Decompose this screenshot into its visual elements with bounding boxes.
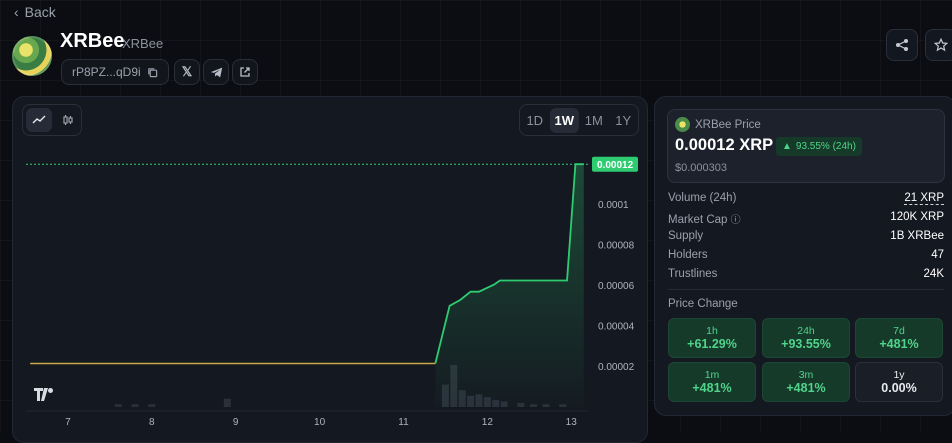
tile-percent: +93.55% [781, 337, 831, 351]
info-icon[interactable]: ⓘ [731, 215, 741, 226]
stat-value[interactable]: 21 XRP [904, 192, 944, 205]
x-tick-label: 11 [398, 417, 409, 428]
volume-bar [131, 404, 139, 407]
price-change-tile-3m: 3m +481% [762, 362, 850, 402]
tile-period: 1h [706, 325, 718, 337]
y-tick-label: 0.00002 [598, 362, 635, 373]
price-label: XRBee Price [695, 119, 761, 131]
range-1d[interactable]: 1D [520, 108, 550, 133]
token-mini-logo [675, 117, 690, 132]
stat-label: Trustlines [668, 268, 718, 280]
volume-bar [114, 404, 122, 407]
stat-value: 24K [923, 268, 944, 280]
y-tick-label: 0.00008 [598, 241, 635, 252]
x-tick-label: 8 [149, 417, 155, 428]
token-address: rP8PZ...qD9i [72, 65, 141, 79]
stat-label: Market Cap [668, 214, 728, 226]
y-tick-label: 0.00004 [598, 322, 635, 333]
line-chart-button[interactable] [26, 108, 52, 132]
time-range-selector: 1D 1W 1M 1Y [519, 104, 639, 136]
tile-percent: +481% [786, 381, 826, 395]
stat-label: Holders [668, 249, 708, 261]
x-tick-label: 12 [482, 417, 494, 428]
external-link-button[interactable] [232, 59, 258, 85]
candlestick-icon [63, 115, 73, 125]
stat-row-trustlines: Trustlines 24K [668, 268, 944, 280]
stat-value: 120K XRP [890, 211, 944, 223]
token-ticker: XRBee [122, 36, 164, 51]
external-link-icon [240, 67, 250, 77]
price-change-tile-1y: 1y 0.00% [855, 362, 943, 402]
x-tick-label: 13 [566, 417, 578, 428]
x-tick-label: 10 [314, 417, 326, 428]
price-change-tile-1m: 1m +481% [668, 362, 756, 402]
copy-icon [147, 67, 157, 77]
favorite-button[interactable] [925, 29, 952, 61]
price-usd: $0.000303 [675, 162, 727, 174]
chevron-left-icon: ‹ [14, 4, 19, 20]
stat-row-volume: Volume (24h) 21 XRP [668, 192, 944, 205]
share-button[interactable] [886, 29, 918, 61]
y-tick-label: 0.00006 [598, 281, 635, 292]
price-change-tile-1h: 1h +61.29% [668, 318, 756, 358]
token-logo [12, 36, 52, 76]
divider [668, 289, 944, 290]
price-change-tile-7d: 7d +481% [855, 318, 943, 358]
tile-period: 24h [797, 325, 815, 337]
range-1y[interactable]: 1Y [609, 108, 639, 133]
candlestick-chart-button[interactable] [55, 105, 81, 135]
y-tick-label: 0.0001 [598, 200, 629, 211]
tile-percent: 0.00% [881, 381, 917, 395]
share-icon [896, 39, 908, 51]
price-chart[interactable]: 0.00002 0.00004 0.00006 0.00008 0.0001 7 8 9 10… [12, 136, 646, 433]
volume-bar [223, 398, 231, 407]
tile-period: 1y [893, 369, 905, 381]
star-icon [934, 38, 948, 52]
stat-label-with-info: Market Cap ⓘ [668, 211, 741, 226]
price-value: 0.00012 XRP [675, 136, 774, 154]
stat-value: 47 [931, 249, 944, 261]
x-logo-icon: 𝕏 [181, 64, 193, 79]
stat-row-holders: Holders 47 [668, 249, 944, 261]
tile-percent: +481% [692, 381, 732, 395]
stat-label: Supply [668, 230, 704, 242]
chart-type-toggle [22, 104, 82, 136]
tile-period: 7d [893, 325, 905, 337]
price-change-tile-24h: 24h +93.55% [762, 318, 850, 358]
price-area [435, 164, 584, 407]
back-label: Back [24, 4, 56, 20]
stat-row-supply: Supply 1B XRBee [668, 230, 944, 242]
x-tick-label: 7 [65, 417, 71, 428]
x-tick-label: 9 [233, 417, 239, 428]
change-badge: ▲ 93.55% (24h) [776, 137, 862, 156]
x-social-button[interactable]: 𝕏 [174, 59, 200, 85]
address-copy-button[interactable]: rP8PZ...qD9i [61, 59, 169, 85]
tile-percent: +61.29% [687, 337, 737, 351]
tradingview-logo [34, 388, 53, 401]
change-24h: 93.55% (24h) [795, 141, 856, 152]
volume-bar [148, 404, 156, 407]
tile-period: 1m [704, 369, 720, 381]
range-1w[interactable]: 1W [549, 107, 579, 133]
price-change-title: Price Change [668, 298, 738, 310]
token-name: XRBee [60, 30, 125, 52]
stat-value: 1B XRBee [890, 230, 944, 242]
telegram-icon [210, 67, 222, 77]
tile-period: 3m [798, 369, 814, 381]
back-link[interactable]: ‹ Back [14, 4, 56, 20]
telegram-button[interactable] [203, 59, 229, 85]
line-chart-icon [32, 115, 46, 124]
stat-label: Volume (24h) [668, 192, 737, 204]
tile-percent: +481% [879, 337, 919, 351]
stat-row-market-cap: Market Cap ⓘ 120K XRP [668, 211, 944, 226]
range-1m[interactable]: 1M [579, 108, 609, 133]
triangle-up-icon: ▲ [782, 141, 792, 152]
current-price-label: 0.00012 [597, 160, 634, 171]
